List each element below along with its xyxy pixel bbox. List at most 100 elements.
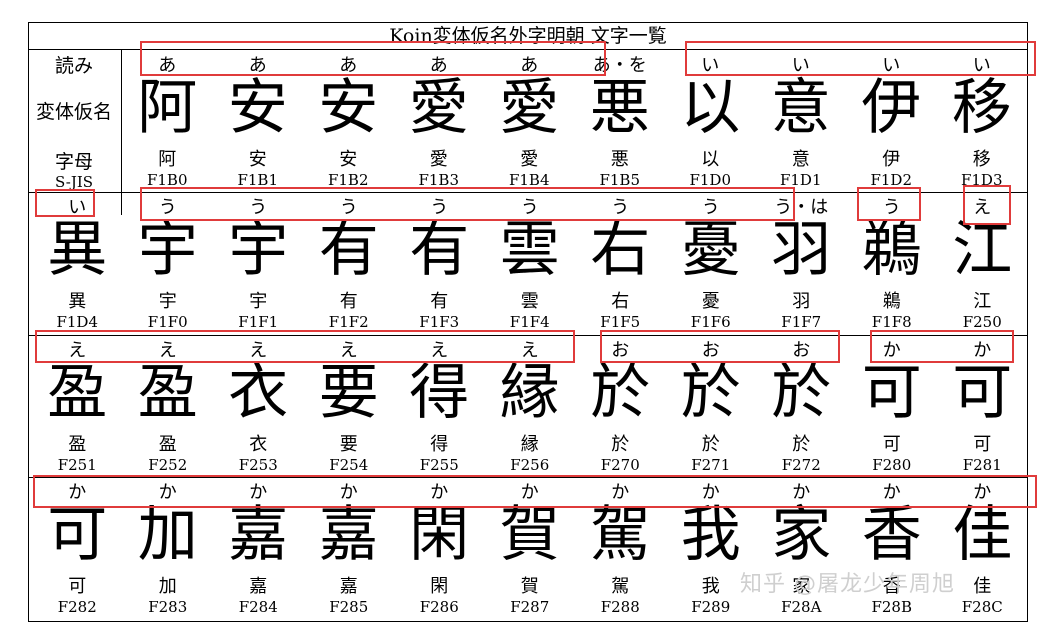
variant-glyph: 縁 [499,358,560,428]
variant-glyph: 嘉 [318,500,379,570]
sjis-code: F1F4 [509,313,550,331]
highlight-box [35,330,575,363]
variant-glyph: 江 [952,215,1013,285]
sjis-code: F1F6 [690,313,731,331]
highlight-box [140,187,795,221]
sjis-code: F282 [57,598,97,616]
variant-glyph: 移 [951,73,1012,143]
variant-glyph: 嘉 [228,500,289,570]
character-table: Koin変体仮名外字明朝 文字一覧 読み 変体仮名 字母 S-JIS あ阿阿 F1… [28,22,1028,622]
sjis-code: F1F0 [147,313,188,331]
bofu-char: 安 [339,149,358,170]
watermark: 知乎 @屠龙少年周旭 [740,572,955,597]
sjis-code: F28C [961,598,1003,616]
sjis-code: F286 [419,598,459,616]
variant-glyph: 盈 [137,358,198,428]
variant-glyph: 鵜 [861,215,922,285]
variant-glyph: 宇 [228,215,289,285]
variant-glyph: 可 [47,500,108,570]
highlight-box [857,187,921,221]
bofu-char: 盈 [68,434,87,455]
bofu-char: 可 [68,576,87,597]
variant-glyph: 以 [680,73,741,143]
sjis-code: F1F5 [600,313,641,331]
bofu-char: 要 [339,434,358,455]
highlight-box [33,475,1037,508]
sjis-code: F1F2 [328,313,369,331]
bofu-char: 宇 [158,291,177,312]
bofu-char: 有 [339,291,358,312]
variant-glyph: 安 [227,73,288,143]
sjis-code: F270 [600,456,640,474]
bofu-char: 江 [973,291,992,312]
bofu-char: 得 [430,434,449,455]
variant-glyph: 香 [861,500,922,570]
sjis-code: F283 [148,598,188,616]
variant-glyph: 意 [770,73,831,143]
variant-glyph: 要 [318,358,379,428]
bofu-char: 阿 [158,149,177,170]
bofu-char: 悪 [610,149,629,170]
label-bofu: 字母 [54,151,93,173]
bofu-char: 可 [973,434,992,455]
variant-glyph: 羽 [771,215,832,285]
sjis-code: F252 [148,456,188,474]
variant-glyph: 宇 [137,215,198,285]
variant-glyph: 閑 [409,500,470,570]
highlight-box [870,330,1014,363]
sjis-code: F281 [962,456,1002,474]
bofu-char: 以 [701,149,720,170]
bofu-char: 愛 [520,149,539,170]
variant-glyph: 憂 [680,215,741,285]
highlight-box [963,185,1011,225]
variant-glyph: 阿 [137,73,198,143]
bofu-char: 雲 [520,291,539,312]
bofu-char: 賀 [520,576,539,597]
variant-glyph: 駕 [590,500,651,570]
sjis-code: F272 [781,456,821,474]
variant-glyph: 雲 [499,215,560,285]
bofu-char: 盈 [158,434,177,455]
variant-glyph: 於 [771,358,832,428]
variant-glyph: 於 [590,358,651,428]
sjis-code: F288 [600,598,640,616]
bofu-char: 宇 [249,291,268,312]
variant-glyph: 異 [47,215,108,285]
bofu-char: 有 [430,291,449,312]
variant-glyph: 可 [952,358,1013,428]
variant-glyph: 家 [771,500,832,570]
variant-glyph: 盈 [47,358,108,428]
variant-glyph: 有 [318,215,379,285]
sjis-code: F251 [57,456,97,474]
variant-glyph: 伊 [861,73,922,143]
bofu-char: 閑 [430,576,449,597]
bofu-char: 憂 [701,291,720,312]
sjis-code: F1F7 [781,313,822,331]
label-reading: 読み [54,55,93,77]
bofu-char: 安 [248,149,267,170]
bofu-char: 右 [611,291,630,312]
variant-glyph: 右 [590,215,651,285]
sjis-code: F289 [691,598,731,616]
variant-glyph: 衣 [228,358,289,428]
label-glyph: 変体仮名 [35,101,112,123]
variant-glyph: 我 [680,500,741,570]
bofu-char: 於 [701,434,720,455]
variant-glyph: 悪 [589,73,650,143]
bofu-char: 羽 [792,291,811,312]
highlight-box [35,189,95,217]
sjis-code: F250 [962,313,1002,331]
sjis-code: F287 [510,598,550,616]
variant-glyph: 愛 [408,73,469,143]
bofu-char: 加 [158,576,177,597]
bofu-char: 鵜 [882,291,901,312]
variant-glyph: 有 [409,215,470,285]
sjis-code: F28A [781,598,822,616]
bofu-char: 於 [792,434,811,455]
sjis-code: F1F1 [238,313,279,331]
variant-glyph: 安 [318,73,379,143]
sjis-code: F271 [691,456,731,474]
bofu-char: 意 [791,149,810,170]
sjis-code: F284 [238,598,278,616]
bofu-char: 縁 [520,434,539,455]
